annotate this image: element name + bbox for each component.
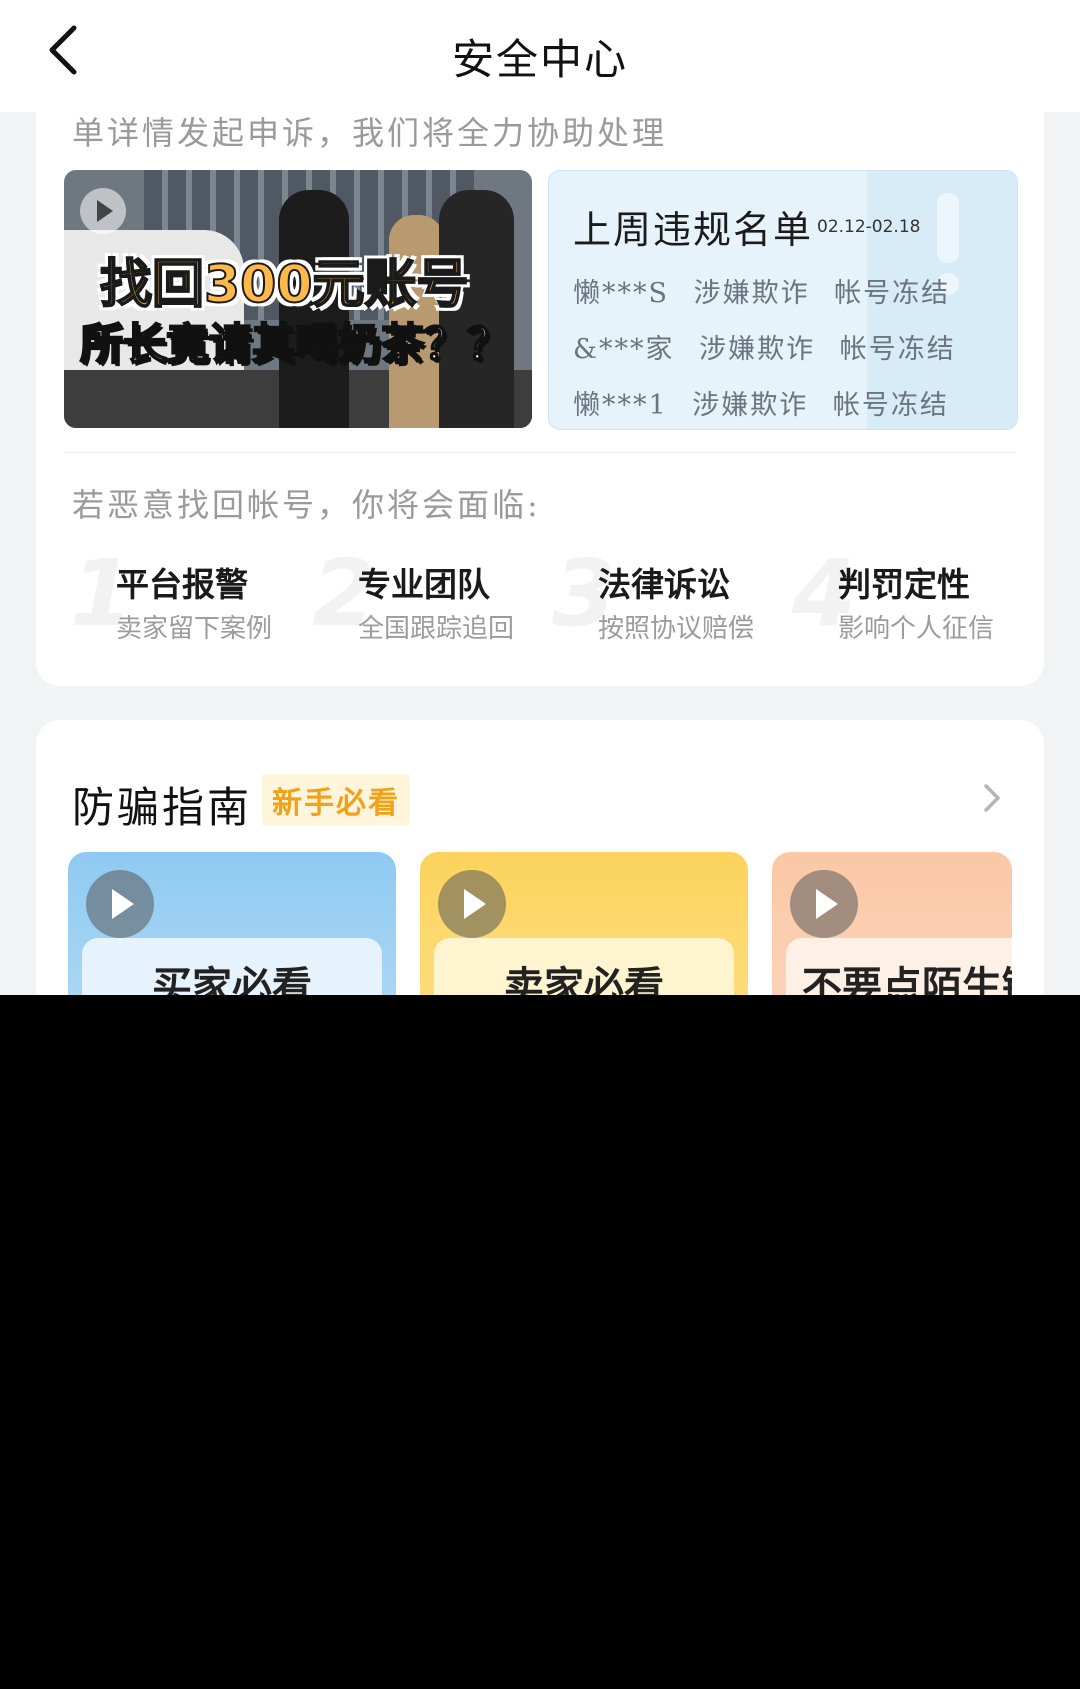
screen: 单详情发起申诉，我们将全力协助处理 找回300元账号 所长竟请其喝奶茶？？ 上周…: [0, 0, 1080, 1689]
play-icon[interactable]: [80, 188, 126, 234]
appeal-hint: 单详情发起申诉，我们将全力协助处理: [72, 114, 668, 152]
risk-subtitle: 影响个人征信: [838, 614, 995, 644]
violation-user: 懒***S: [573, 278, 669, 309]
risk-title: 法律诉讼: [598, 565, 730, 604]
violation-reason: 涉嫌欺诈: [693, 278, 810, 309]
risk-subtitle: 按照协议赔偿: [598, 614, 755, 644]
case-video-thumbnail[interactable]: 找回300元账号 所长竟请其喝奶茶？？: [64, 170, 532, 428]
risk-item: 1 平台报警 卖家留下案例: [70, 548, 310, 652]
top-nav-bar: 安全中心: [0, 0, 1080, 112]
guide-card-label: 不要点陌生链: [802, 964, 1012, 995]
risk-title: 判罚定性: [838, 565, 970, 604]
guide-title: 防骗指南: [72, 783, 253, 832]
guide-card-label: 卖家必看: [504, 964, 664, 995]
violation-reason: 涉嫌欺诈: [699, 334, 816, 365]
play-icon[interactable]: [438, 870, 506, 938]
play-icon[interactable]: [86, 870, 154, 938]
risk-item: 3 法律诉讼 按照协议赔偿: [552, 548, 792, 652]
violation-action: 帐号冻结: [839, 334, 956, 365]
risk-item: 2 专业团队 全国跟踪追回: [312, 548, 552, 652]
violation-user: 懒***1: [573, 390, 668, 421]
guide-video-card[interactable]: 不要点陌生链: [772, 852, 1012, 995]
video-headline: 找回300元账号: [99, 254, 470, 316]
guide-badge: 新手必看: [262, 774, 410, 826]
page-title: 安全中心: [451, 35, 628, 84]
divider: [64, 452, 1016, 453]
risk-title: 专业团队: [358, 565, 490, 604]
violation-list-title: 上周违规名单: [573, 208, 814, 252]
guide-video-card[interactable]: 卖家必看: [420, 852, 748, 995]
violation-row: 懒***1 涉嫌欺诈 帐号冻结: [573, 383, 963, 422]
guide-video-card[interactable]: 买家必看: [68, 852, 396, 995]
violation-row: 懒***S 涉嫌欺诈 帐号冻结: [573, 271, 964, 310]
risk-item: 4 判罚定性 影响个人征信: [792, 548, 1032, 652]
guide-card-label: 买家必看: [152, 964, 312, 995]
violation-row: &***家 涉嫌欺诈 帐号冻结: [573, 327, 970, 366]
content-area[interactable]: 单详情发起申诉，我们将全力协助处理 找回300元账号 所长竟请其喝奶茶？？ 上周…: [0, 0, 1080, 995]
risk-intro: 若恶意找回帐号，你将会面临:: [72, 486, 541, 524]
exclamation-bar: [937, 193, 959, 263]
weekly-violation-list[interactable]: 上周违规名单 02.12-02.18 懒***S 涉嫌欺诈 帐号冻结 &***家…: [548, 170, 1018, 430]
redacted-area: [0, 995, 1080, 1689]
violation-user: &***家: [573, 334, 675, 365]
violation-reason: 涉嫌欺诈: [692, 390, 809, 421]
video-subline: 所长竟请其喝奶茶？？: [79, 319, 511, 371]
risk-subtitle: 全国跟踪追回: [358, 614, 515, 644]
risk-subtitle: 卖家留下案例: [116, 614, 273, 644]
risk-title: 平台报警: [116, 565, 248, 604]
violation-action: 帐号冻结: [832, 390, 949, 421]
chevron-right-icon[interactable]: [978, 780, 1006, 816]
violation-action: 帐号冻结: [834, 278, 951, 309]
violation-date-range: 02.12-02.18: [817, 217, 921, 237]
play-icon[interactable]: [790, 870, 858, 938]
